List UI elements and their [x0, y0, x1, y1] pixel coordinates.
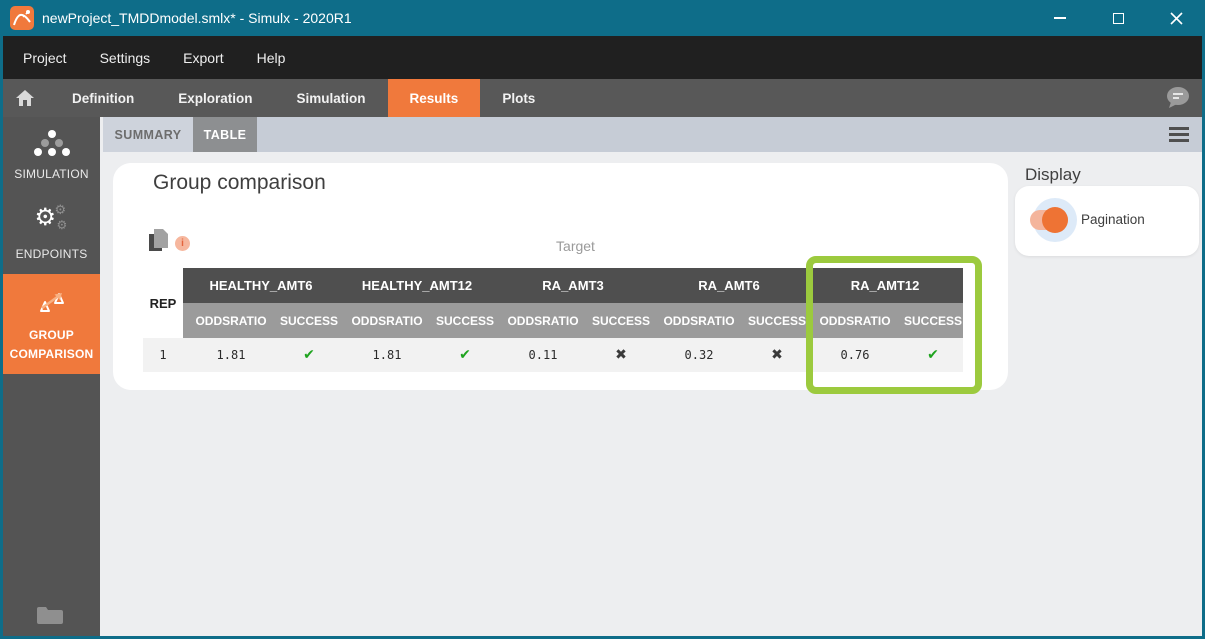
- tab-simulation[interactable]: Simulation: [275, 79, 388, 117]
- app-window: newProject_TMDDmodel.smlx* - Simulx - 20…: [0, 0, 1205, 639]
- subheader-success: SUCCESS: [903, 303, 963, 338]
- sidebar: SIMULATION ⚙⚙⚙ ENDPOINTS GROUP COMPARISO…: [0, 117, 100, 639]
- sidebar-item-label: SIMULATION: [5, 165, 98, 184]
- subheader-oddsratio: ODDSRATIO: [651, 303, 747, 338]
- pagination-toggle[interactable]: [1025, 197, 1079, 243]
- home-button[interactable]: [0, 79, 50, 117]
- subtab-summary[interactable]: SUMMARY: [103, 117, 193, 152]
- folder-icon: [36, 605, 64, 625]
- subheader-oddsratio: ODDSRATIO: [339, 303, 435, 338]
- oddsratio-cell: 0.11: [495, 338, 591, 372]
- project-folder-button[interactable]: [0, 605, 100, 625]
- scales-icon: [35, 287, 69, 317]
- minimize-button[interactable]: [1031, 0, 1089, 36]
- oddsratio-cell: 0.76: [807, 338, 903, 372]
- menu-help[interactable]: Help: [247, 36, 296, 79]
- oddsratio-cell: 1.81: [183, 338, 279, 372]
- pagination-label: Pagination: [1081, 212, 1145, 227]
- sidebar-item-endpoints[interactable]: ⚙⚙⚙ ENDPOINTS: [3, 195, 100, 275]
- group-header-healthy-amt6: HEALTHY_AMT6: [183, 268, 339, 303]
- close-button[interactable]: [1147, 0, 1205, 36]
- maximize-icon: [1113, 13, 1124, 24]
- minimize-icon: [1054, 17, 1066, 19]
- rep-value-cell: 1: [143, 338, 183, 372]
- sidebar-item-label: ENDPOINTS: [5, 245, 98, 264]
- subheader-oddsratio: ODDSRATIO: [495, 303, 591, 338]
- group-header-ra-amt6: RA_AMT6: [651, 268, 807, 303]
- close-icon: [1170, 12, 1183, 25]
- menu-settings[interactable]: Settings: [90, 36, 161, 79]
- group-header-ra-amt3: RA_AMT3: [495, 268, 651, 303]
- menu-export[interactable]: Export: [173, 36, 233, 79]
- sidebar-item-group-comparison[interactable]: GROUP COMPARISON: [3, 274, 100, 374]
- sidebar-item-label: GROUP COMPARISON: [5, 326, 98, 363]
- group-header-ra-amt12: RA_AMT12: [807, 268, 963, 303]
- simulation-dots-icon: [34, 130, 70, 156]
- nav-tab-bar: Definition Exploration Simulation Result…: [0, 79, 1205, 117]
- group-header-healthy-amt12: HEALTHY_AMT12: [339, 268, 495, 303]
- sidebar-item-simulation[interactable]: SIMULATION: [3, 117, 100, 195]
- gears-icon: ⚙⚙⚙: [33, 208, 71, 236]
- tab-plots[interactable]: Plots: [480, 79, 557, 117]
- success-cell: ✔: [903, 338, 963, 372]
- oddsratio-cell: 0.32: [651, 338, 747, 372]
- subheader-oddsratio: ODDSRATIO: [807, 303, 903, 338]
- info-button[interactable]: i: [175, 236, 190, 251]
- display-panel-title: Display: [1025, 165, 1081, 185]
- group-comparison-table: REP HEALTHY_AMT6 HEALTHY_AMT12 RA_AMT3 R…: [143, 268, 963, 372]
- window-title: newProject_TMDDmodel.smlx* - Simulx - 20…: [42, 10, 352, 26]
- oddsratio-cell: 1.81: [339, 338, 435, 372]
- subheader-oddsratio: ODDSRATIO: [183, 303, 279, 338]
- title-bar: newProject_TMDDmodel.smlx* - Simulx - 20…: [0, 0, 1205, 36]
- toggle-knob: [1042, 207, 1068, 233]
- tab-exploration[interactable]: Exploration: [156, 79, 274, 117]
- success-cell: ✖: [591, 338, 651, 372]
- success-cell: ✖: [747, 338, 807, 372]
- tab-definition[interactable]: Definition: [50, 79, 156, 117]
- feedback-button[interactable]: [1165, 79, 1191, 117]
- sub-tab-bar: SUMMARY TABLE: [103, 117, 1205, 152]
- home-icon: [15, 89, 35, 107]
- subheader-success: SUCCESS: [435, 303, 495, 338]
- copy-table-button[interactable]: [149, 229, 171, 253]
- chat-bubble-icon: [1165, 86, 1191, 110]
- menu-project[interactable]: Project: [13, 36, 77, 79]
- menu-bar: Project Settings Export Help: [0, 36, 1205, 79]
- success-cell: ✔: [435, 338, 495, 372]
- hamburger-icon: [1169, 127, 1189, 130]
- group-comparison-panel: Group comparison i Target REP HEALTHY_AM…: [113, 163, 1008, 390]
- subheader-success: SUCCESS: [279, 303, 339, 338]
- subheader-success: SUCCESS: [747, 303, 807, 338]
- success-cell: ✔: [279, 338, 339, 372]
- target-label: Target: [493, 238, 658, 254]
- layout-menu-button[interactable]: [1169, 124, 1189, 145]
- subtab-table[interactable]: TABLE: [193, 117, 257, 152]
- column-header-rep: REP: [143, 268, 183, 338]
- maximize-button[interactable]: [1089, 0, 1147, 36]
- display-panel: Pagination: [1015, 186, 1199, 256]
- subheader-success: SUCCESS: [591, 303, 651, 338]
- page-title: Group comparison: [153, 171, 326, 195]
- tab-results[interactable]: Results: [388, 79, 481, 117]
- simulx-app-icon: [10, 6, 34, 30]
